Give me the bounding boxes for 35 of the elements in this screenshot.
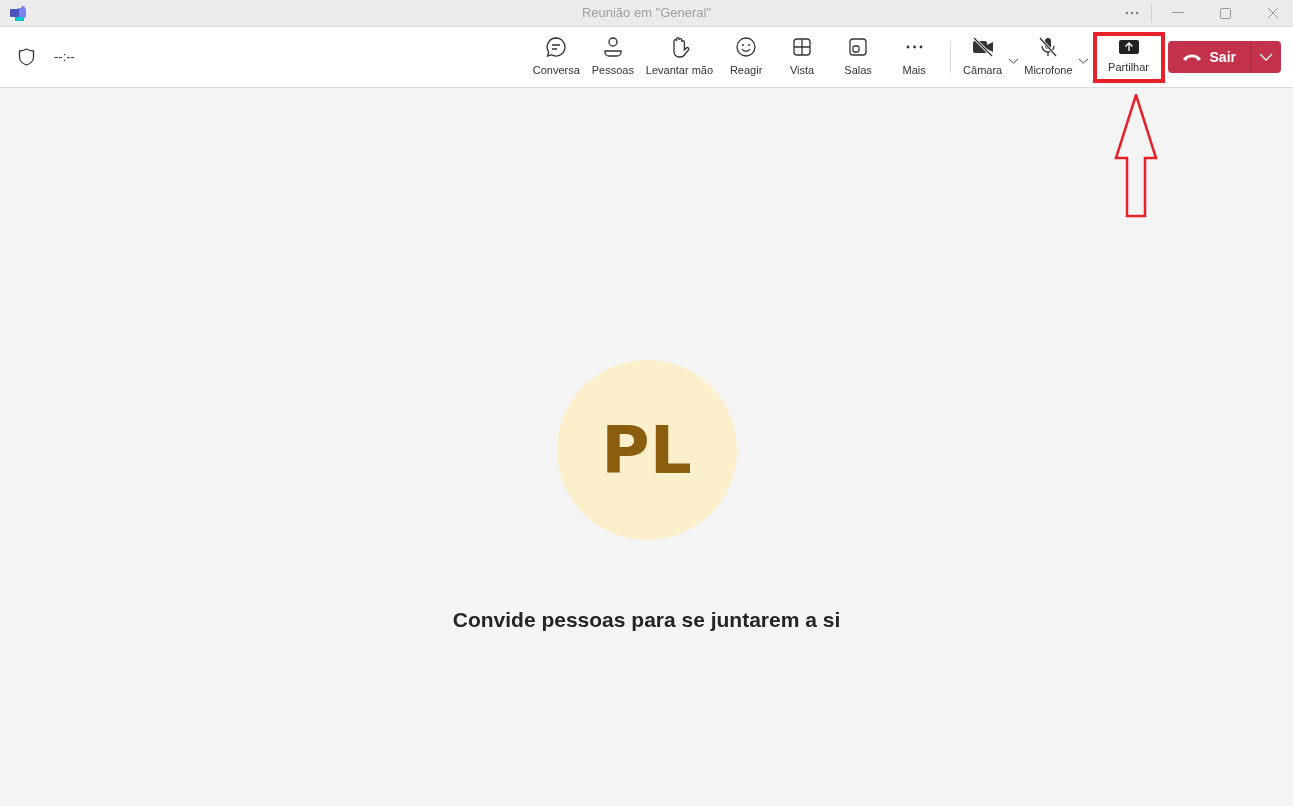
chat-icon xyxy=(545,35,568,58)
minimize-icon[interactable] xyxy=(1172,12,1184,14)
close-icon[interactable] xyxy=(1267,7,1279,19)
chevron-down-icon xyxy=(1078,57,1090,64)
microphone-off-icon xyxy=(1037,35,1060,58)
react-button[interactable]: Reagir xyxy=(718,31,775,83)
chevron-down-icon xyxy=(1259,53,1273,61)
more-button[interactable]: Mais xyxy=(886,31,943,83)
meeting-timer: --:-- xyxy=(54,48,75,67)
chevron-down-icon xyxy=(1007,57,1019,64)
rooms-icon xyxy=(847,35,870,58)
maximize-icon[interactable] xyxy=(1220,7,1231,19)
camera-button[interactable]: Câmara xyxy=(959,31,1007,83)
view-button[interactable]: Vista xyxy=(774,31,831,83)
raise-hand-button[interactable]: Levantar mão xyxy=(640,31,719,83)
microphone-button[interactable]: Microfone xyxy=(1020,31,1077,83)
share-screen-icon xyxy=(1117,38,1140,55)
camera-off-icon xyxy=(970,35,995,58)
more-icon[interactable] xyxy=(1125,11,1139,15)
app-logo-icon xyxy=(10,5,27,21)
window-title: Reunião em "General" xyxy=(581,4,712,23)
grid-icon xyxy=(791,35,814,58)
shield-icon[interactable] xyxy=(18,48,35,66)
more-icon xyxy=(905,44,923,49)
rooms-button[interactable]: Salas xyxy=(830,31,887,83)
person-icon xyxy=(601,35,624,58)
smiley-icon xyxy=(735,35,758,58)
participant-avatar: PL xyxy=(556,360,737,540)
leave-button[interactable]: Sair xyxy=(1167,41,1281,73)
chat-button[interactable]: Conversa xyxy=(527,31,585,83)
invite-message: Convide pessoas para se juntarem a si xyxy=(452,607,841,633)
leave-call-button[interactable]: Sair xyxy=(1167,41,1250,73)
people-button[interactable]: Pessoas xyxy=(584,31,641,83)
hang-up-icon xyxy=(1181,52,1202,62)
share-button[interactable]: Partilhar xyxy=(1092,31,1165,83)
